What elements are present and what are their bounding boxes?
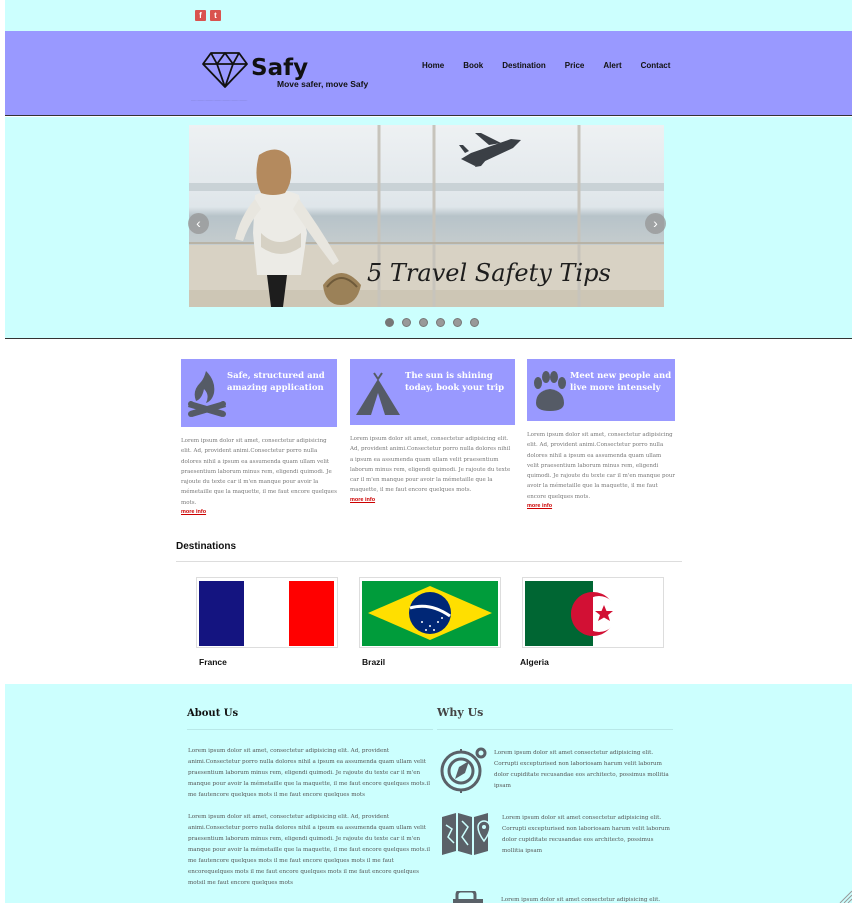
about-us-paragraph-1: Lorem ipsum dolor sit amet, consectetur … <box>188 748 430 798</box>
facebook-icon[interactable]: f <box>195 10 206 21</box>
more-info-link-3[interactable]: more info <box>527 503 675 509</box>
destination-label-france[interactable]: France <box>199 657 227 667</box>
why-us-divider <box>437 729 673 730</box>
slider-dot-1[interactable] <box>385 318 394 327</box>
site-tagline: Move safer, move Safy <box>277 79 369 89</box>
slider-dots <box>385 318 479 327</box>
destination-label-brazil[interactable]: Brazil <box>362 657 385 667</box>
slider-dot-6[interactable] <box>470 318 479 327</box>
social-links: f t <box>195 10 221 21</box>
slide-image: 5 Travel Safety Tips <box>189 125 664 307</box>
diamond-logo-icon[interactable] <box>201 51 249 89</box>
nav-home[interactable]: Home <box>422 61 444 70</box>
destination-card-algeria[interactable] <box>522 577 664 648</box>
resize-grip-icon[interactable] <box>838 889 852 903</box>
slider-next-button[interactable]: › <box>645 213 666 234</box>
more-info-link-1[interactable]: more info <box>181 509 337 515</box>
about-us-title: About Us <box>187 708 239 719</box>
slider-dot-2[interactable] <box>402 318 411 327</box>
feature-title-3: Meet new people and live more intensely <box>570 371 672 393</box>
luggage-icon <box>453 891 483 903</box>
map-icon <box>442 813 491 855</box>
nav-alert[interactable]: Alert <box>603 61 621 70</box>
twitter-icon[interactable]: t <box>210 10 221 21</box>
brazil-flag <box>362 581 498 646</box>
compass-icon <box>440 747 487 793</box>
slide-caption: 5 Travel Safety Tips <box>367 259 611 287</box>
feature-text-2: Lorem ipsum dolor sit amet, consectetur … <box>350 436 511 494</box>
destinations-title: Destinations <box>176 541 237 552</box>
feature-box-1: Safe, structured and amazing application <box>181 359 337 427</box>
algeria-flag <box>525 581 661 646</box>
why-us-title: Why Us <box>437 706 484 719</box>
feature-box-3: Meet new people and live more intensely <box>527 359 675 421</box>
slider-prev-button[interactable]: ‹ <box>188 213 209 234</box>
feature-text-3: Lorem ipsum dolor sit amet, consectetur … <box>527 432 675 500</box>
travel-photo: 5 Travel Safety Tips <box>189 125 664 307</box>
slider-dot-3[interactable] <box>419 318 428 327</box>
destination-card-brazil[interactable] <box>359 577 501 648</box>
about-us-divider <box>187 729 433 730</box>
feature-card-2: The sun is shining today, book your trip… <box>350 359 515 503</box>
why-us-text-1: Lorem ipsum dolor sit amet consectetur a… <box>494 750 669 789</box>
nav-price[interactable]: Price <box>565 61 585 70</box>
feature-title-1: Safe, structured and amazing application <box>227 371 325 393</box>
why-us-text-2: Lorem ipsum dolor sit amet consectetur a… <box>502 815 670 854</box>
header-small-text: ........................................… <box>191 98 248 102</box>
more-info-link-2[interactable]: more info <box>350 497 515 503</box>
destination-label-algeria[interactable]: Algeria <box>520 657 549 667</box>
slider-dot-5[interactable] <box>453 318 462 327</box>
slider-dot-4[interactable] <box>436 318 445 327</box>
tent-icon <box>356 372 400 415</box>
feature-text-1: Lorem ipsum dolor sit amet, consectetur … <box>181 438 337 506</box>
nav-book[interactable]: Book <box>463 61 483 70</box>
campfire-icon <box>188 371 226 417</box>
why-us-text-3: Lorem ipsum dolor sit amet consectetur a… <box>501 897 661 903</box>
feature-title-2: The sun is shining today, book your trip <box>405 371 505 393</box>
site-header: Safy Move safer, move Safy .............… <box>5 31 852 116</box>
footer-section: About Us Lorem ipsum dolor sit amet, con… <box>5 684 852 903</box>
hero-slider: 5 Travel Safety Tips ‹ › <box>5 117 852 339</box>
top-bar: f t <box>5 0 852 31</box>
about-us-paragraph-2: Lorem ipsum dolor sit amet, consectetur … <box>188 814 430 886</box>
nav-destination[interactable]: Destination <box>502 61 546 70</box>
france-flag <box>199 581 334 646</box>
feature-card-3: Meet new people and live more intensely … <box>527 359 675 509</box>
feature-box-2: The sun is shining today, book your trip <box>350 359 515 425</box>
site-logo-text[interactable]: Safy <box>251 55 308 81</box>
main-nav: Home Book Destination Price Alert Contac… <box>422 61 689 70</box>
nav-contact[interactable]: Contact <box>641 61 671 70</box>
destination-card-france[interactable] <box>196 577 338 648</box>
destinations-divider <box>176 561 682 562</box>
paw-icon <box>534 371 566 411</box>
feature-card-1: Safe, structured and amazing application… <box>181 359 337 515</box>
